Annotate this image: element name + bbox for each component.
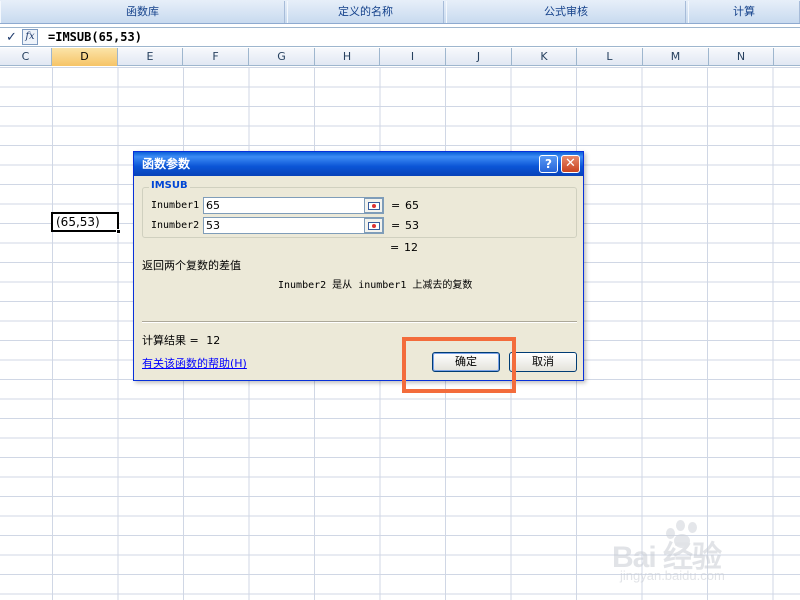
column-header-n[interactable]: N <box>709 48 774 66</box>
argument-description: Inumber2 是从 inumber1 上减去的复数 <box>278 280 473 291</box>
column-header-l[interactable]: L <box>577 48 643 66</box>
column-headers: C D E F G H I J K L M N <box>0 48 800 66</box>
ribbon-group-calculation[interactable]: 计算 <box>688 1 800 23</box>
divider <box>142 321 577 323</box>
formula-input[interactable]: =IMSUB(65,53) <box>48 29 142 46</box>
cancel-button[interactable]: 取消 <box>509 352 577 372</box>
calculation-result: 计算结果 = 12 <box>142 332 220 348</box>
dialog-title: 函数参数 <box>142 157 191 171</box>
fill-handle[interactable] <box>116 229 121 234</box>
column-header-k[interactable]: K <box>512 48 577 66</box>
arg-equals: = <box>391 219 401 232</box>
arg-result-inumber2: 53 <box>405 219 419 232</box>
function-name: IMSUB <box>149 180 190 191</box>
arg-input-inumber1[interactable]: 65 <box>203 197 384 214</box>
spreadsheet-window: 函数库 定义的名称 公式审核 计算 ✓ fx =IMSUB(65,53) C D… <box>0 0 800 600</box>
dialog-titlebar[interactable]: 函数参数 ? ✕ <box>134 152 583 176</box>
range-selector-icon[interactable] <box>364 218 383 233</box>
ribbon-group-formula-auditing[interactable]: 公式审核 <box>446 1 686 23</box>
column-header-c[interactable]: C <box>0 48 52 66</box>
formula-result-value: 12 <box>404 241 418 254</box>
ribbon-group-function-library[interactable]: 函数库 <box>0 1 285 23</box>
watermark-url: jingyan.baidu.com <box>620 568 725 583</box>
arg-result-inumber1: 65 <box>405 199 419 212</box>
column-header-j[interactable]: J <box>446 48 512 66</box>
check-icon[interactable]: ✓ <box>3 29 20 46</box>
arg-label-inumber2: Inumber2 <box>151 220 200 231</box>
function-help-link[interactable]: 有关该函数的帮助(H) <box>142 355 247 371</box>
function-description: 返回两个复数的差值 <box>142 259 241 272</box>
help-icon[interactable]: ? <box>539 155 558 173</box>
column-header-m[interactable]: M <box>643 48 709 66</box>
formula-bar: ✓ fx =IMSUB(65,53) <box>0 27 800 47</box>
annotation-highlight-box <box>402 337 516 393</box>
close-icon[interactable]: ✕ <box>561 155 580 173</box>
formula-result-equals: = <box>390 241 400 254</box>
calc-result-value: 12 <box>206 334 221 347</box>
insert-function-icon[interactable]: fx <box>22 29 38 45</box>
calc-result-label: 计算结果 = <box>142 334 199 347</box>
column-header-e[interactable]: E <box>118 48 183 66</box>
function-arguments-group: IMSUB Inumber1 65 = 65 Inumber2 53 = 53 <box>142 180 577 238</box>
arg-input-inumber2[interactable]: 53 <box>203 217 384 234</box>
column-header-h[interactable]: H <box>315 48 380 66</box>
ribbon-group-defined-names[interactable]: 定义的名称 <box>287 1 444 23</box>
function-arguments-dialog: 函数参数 ? ✕ IMSUB Inumber1 65 = 65 Inumber2… <box>133 151 584 381</box>
active-cell[interactable]: (65,53) <box>51 212 119 232</box>
column-header-f[interactable]: F <box>183 48 249 66</box>
arg-label-inumber1: Inumber1 <box>151 200 200 211</box>
arg-equals: = <box>391 199 401 212</box>
column-header-i[interactable]: I <box>380 48 446 66</box>
column-header-g[interactable]: G <box>249 48 315 66</box>
range-selector-icon[interactable] <box>364 198 383 213</box>
ribbon-group-labels: 函数库 定义的名称 公式审核 计算 <box>0 0 800 24</box>
column-header-d[interactable]: D <box>52 48 118 66</box>
baidu-watermark: Bai 经验 jingyan.baidu.com <box>612 518 792 588</box>
